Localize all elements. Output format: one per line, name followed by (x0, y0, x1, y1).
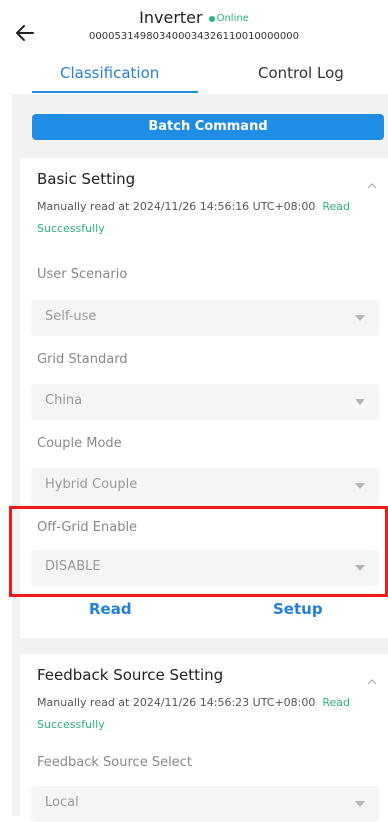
online-status: Online (216, 13, 249, 24)
dropdown-caret-icon (355, 315, 365, 321)
tab-control-log[interactable]: Control Log (258, 64, 344, 82)
couple-mode-label: Couple Mode (37, 436, 122, 451)
user-scenario-value: Self-use (45, 309, 97, 324)
off-grid-enable-label: Off-Grid Enable (37, 520, 138, 535)
couple-mode-select[interactable]: Hybrid Couple (31, 468, 379, 504)
grid-standard-label: Grid Standard (37, 352, 128, 367)
device-serial: 000053149803400034326110010000000 (89, 31, 299, 42)
batch-command-button[interactable]: Batch Command (32, 114, 384, 140)
off-grid-enable-value: DISABLE (45, 559, 101, 574)
couple-mode-value: Hybrid Couple (45, 477, 138, 492)
read-time: Manually read at 2024/11/26 14:56:16 UTC… (37, 200, 316, 213)
feedback-source-setting-card: Feedback Source Setting Manually read at… (20, 654, 388, 822)
collapse-chevron-icon[interactable] (366, 180, 378, 192)
setup-button[interactable]: Setup (273, 600, 323, 618)
feedback-source-select-label: Feedback Source Select (37, 755, 192, 770)
dropdown-caret-icon (355, 565, 365, 571)
grid-standard-select[interactable]: China (31, 384, 379, 420)
feedback-source-value: Local (45, 795, 79, 810)
off-grid-enable-select[interactable]: DISABLE (31, 550, 379, 586)
active-tab-indicator (32, 91, 198, 93)
tab-bar: Classification Control Log (0, 56, 388, 94)
user-scenario-label: User Scenario (37, 267, 128, 282)
feedback-source-setting-title: Feedback Source Setting (37, 666, 224, 684)
user-scenario-select[interactable]: Self-use (31, 300, 379, 336)
dropdown-caret-icon (355, 399, 365, 405)
tab-classification[interactable]: Classification (60, 64, 159, 82)
feedback-setting-read-info: Manually read at 2024/11/26 14:56:23 UTC… (37, 692, 377, 736)
online-status-dot-icon (208, 15, 215, 22)
read-button[interactable]: Read (89, 600, 132, 618)
page-title: Inverter (139, 8, 203, 27)
grid-standard-value: China (45, 393, 83, 408)
app-header: Inverter Online 0000531498034000343261100… (0, 0, 388, 52)
dropdown-caret-icon (355, 801, 365, 807)
collapse-chevron-icon[interactable] (366, 676, 378, 688)
dropdown-caret-icon (355, 483, 365, 489)
feedback-source-select[interactable]: Local (31, 786, 379, 822)
basic-setting-title: Basic Setting (37, 170, 136, 188)
title-row: Inverter Online (0, 8, 388, 27)
basic-setting-card: Basic Setting Manually read at 2024/11/2… (20, 158, 388, 638)
read-time: Manually read at 2024/11/26 14:56:23 UTC… (37, 696, 316, 709)
basic-setting-read-info: Manually read at 2024/11/26 14:56:16 UTC… (37, 196, 377, 240)
